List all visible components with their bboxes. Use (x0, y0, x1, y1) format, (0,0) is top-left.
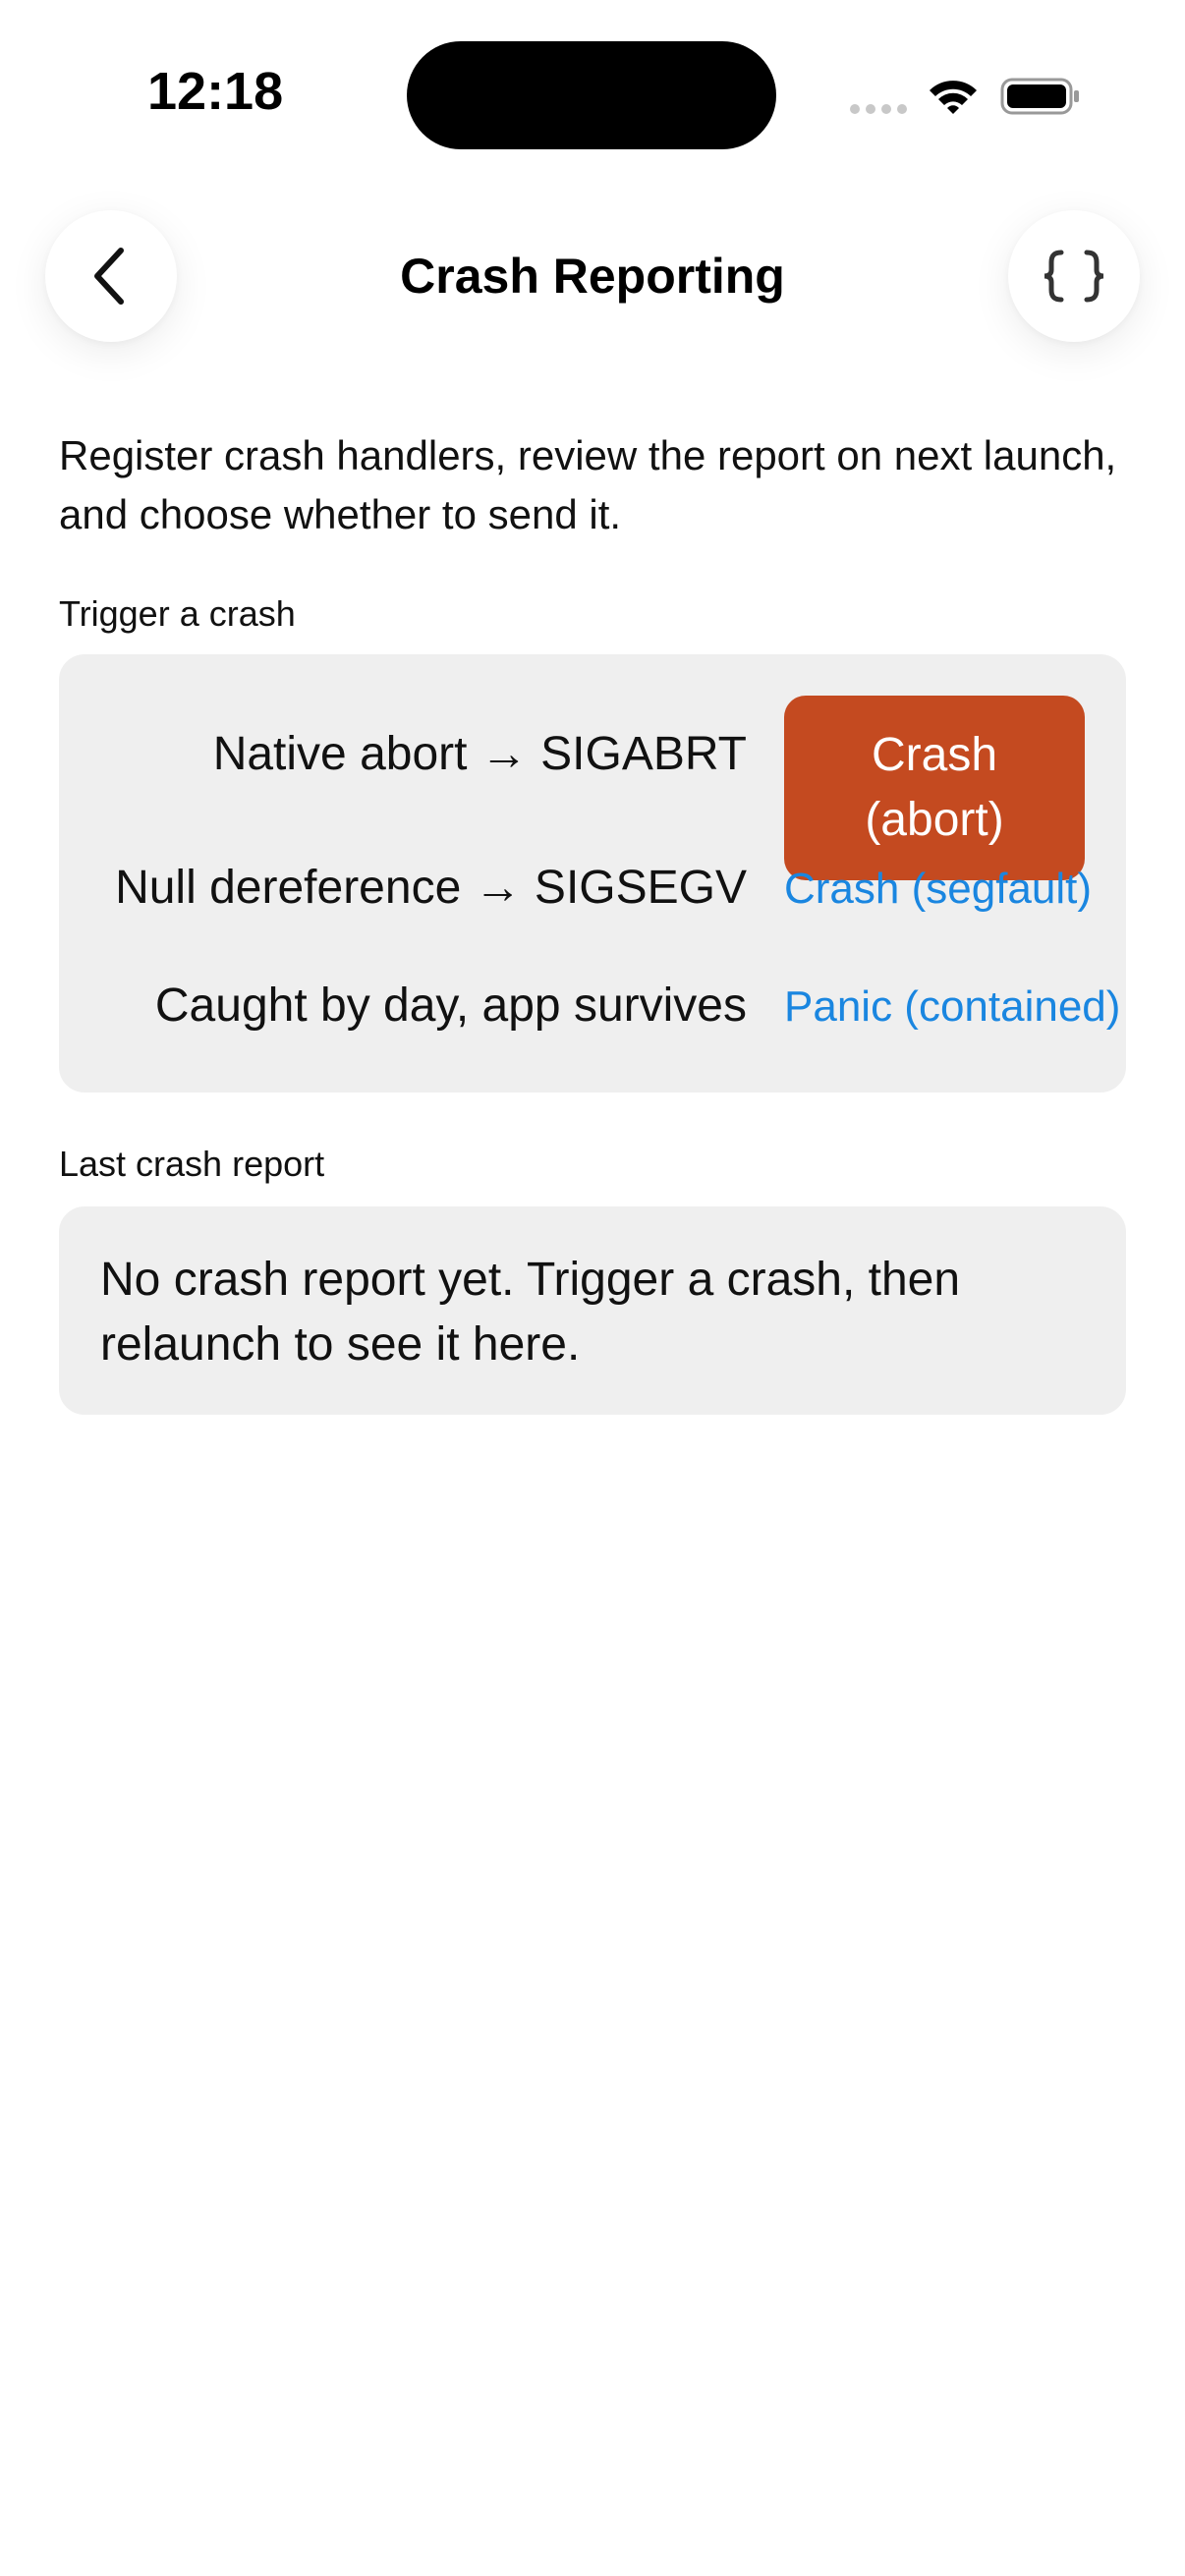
row-label-null-dereference: Null dereference → SIGSEGV (115, 862, 747, 914)
status-bar: 12:18 (0, 0, 1185, 196)
row-label-caught-panic: Caught by day, app survives (154, 980, 747, 1032)
battery-icon (1000, 78, 1079, 115)
crash-report-message: No crash report yet. Trigger a crash, th… (100, 1254, 961, 1371)
section-label-last-report: Last crash report (59, 1144, 325, 1184)
status-time: 12:18 (147, 62, 284, 121)
cellular-signal-icon (850, 104, 907, 114)
trigger-card: Native abort → SIGABRT Crash (abort) Nul… (59, 654, 1126, 1092)
braces-icon (1044, 250, 1104, 303)
crash-abort-button-label: Crash (abort) (865, 729, 1004, 846)
crash-segfault-button[interactable]: Crash (segfault) (784, 865, 1092, 914)
description-text: Register crash handlers, review the repo… (59, 432, 1117, 537)
crash-report-card: No crash report yet. Trigger a crash, th… (59, 1206, 1126, 1415)
section-label-trigger: Trigger a crash (59, 593, 296, 634)
row-label-native-abort: Native abort → SIGABRT (212, 728, 747, 780)
panic-contained-button[interactable]: Panic (contained) (784, 982, 1120, 1032)
wifi-icon (930, 81, 977, 114)
view-source-button[interactable] (1008, 210, 1140, 342)
dynamic-island (407, 41, 776, 149)
crash-abort-button[interactable]: Crash (abort) (784, 696, 1085, 880)
